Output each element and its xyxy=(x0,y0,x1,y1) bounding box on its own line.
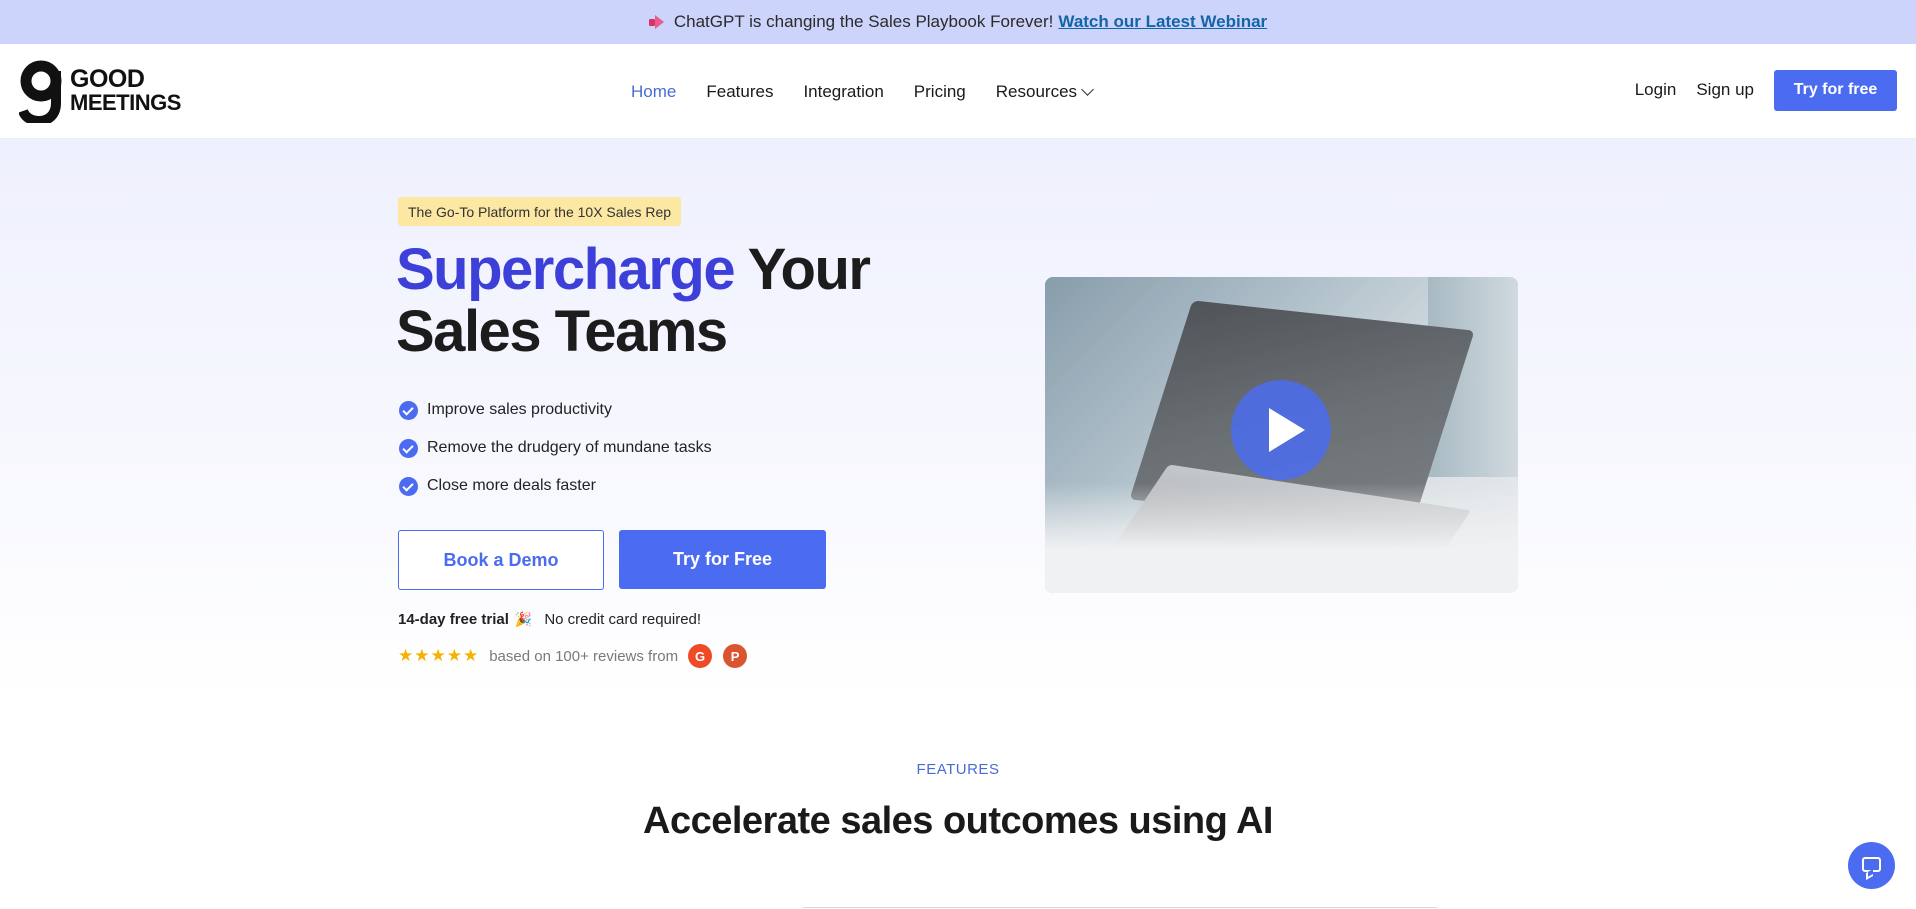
logo-text: GOOD MEETINGS xyxy=(70,67,181,115)
announcement-text: ChatGPT is changing the Sales Playbook F… xyxy=(673,12,1054,31)
announcement-bar: ChatGPT is changing the Sales Playbook F… xyxy=(0,0,1916,44)
trial-rest-text: No credit card required! xyxy=(544,611,702,628)
list-item: Remove the drudgery of mundane tasks xyxy=(399,429,712,467)
webinar-link[interactable]: Watch our Latest Webinar xyxy=(1058,12,1267,32)
reviews-text: based on 100+ reviews from xyxy=(489,647,679,665)
product-hunt-logo-icon[interactable]: P xyxy=(723,644,748,668)
benefit-text: Improve sales productivity xyxy=(427,401,612,418)
party-icon: 🎉 xyxy=(514,611,533,627)
hero-title-accent: Supercharge xyxy=(396,237,736,302)
hero-section: The Go-To Platform for the 10X Sales Rep… xyxy=(0,139,1916,699)
chat-widget-button[interactable] xyxy=(1848,842,1895,889)
hero-title: Supercharge Your Sales Teams xyxy=(396,239,916,363)
list-item: Improve sales productivity xyxy=(399,391,712,429)
reviews-row: ★★★★★ based on 100+ reviews from G P xyxy=(398,644,748,668)
chat-bubble-icon xyxy=(1862,857,1881,872)
nav-features[interactable]: Features xyxy=(706,82,773,102)
nav-home[interactable]: Home xyxy=(631,82,676,102)
logo-line-2: MEETINGS xyxy=(70,90,181,115)
book-demo-button[interactable]: Book a Demo xyxy=(398,530,604,590)
nav-resources-label: Resources xyxy=(995,81,1078,101)
section-divider xyxy=(803,907,1437,908)
star-rating-icon: ★★★★★ xyxy=(398,646,480,665)
hero-title-part-2: Sales Teams xyxy=(396,299,728,364)
logo-line-1: GOOD xyxy=(70,65,145,93)
good-meetings-logo-icon xyxy=(19,60,62,123)
hero-video[interactable] xyxy=(1045,277,1518,593)
tagline-badge: The Go-To Platform for the 10X Sales Rep xyxy=(398,197,682,226)
header-try-button[interactable]: Try for free xyxy=(1774,69,1897,111)
login-link[interactable]: Login xyxy=(1635,80,1677,100)
benefit-list: Improve sales productivity Remove the dr… xyxy=(399,391,712,505)
try-free-button[interactable]: Try for Free xyxy=(619,530,826,589)
logo[interactable]: GOOD MEETINGS xyxy=(19,58,189,124)
nav-integration[interactable]: Integration xyxy=(803,82,883,102)
check-circle-icon xyxy=(399,476,418,496)
nav-resources[interactable]: Resources xyxy=(995,81,1094,102)
trial-bold-text: 14-day free trial xyxy=(398,611,509,628)
chevron-down-icon xyxy=(1081,83,1094,96)
benefit-text: Close more deals faster xyxy=(427,477,596,494)
features-eyebrow: FEATURES xyxy=(916,761,1000,778)
check-circle-icon xyxy=(399,400,418,420)
site-header: GOOD MEETINGS Home Features Integration … xyxy=(0,44,1916,139)
main-nav: Home Features Integration Pricing Resour… xyxy=(631,44,1122,139)
list-item: Close more deals faster xyxy=(399,467,712,505)
hero-title-part-1: Your xyxy=(747,237,871,302)
megaphone-icon xyxy=(648,14,667,30)
nav-pricing[interactable]: Pricing xyxy=(914,82,966,102)
benefit-text: Remove the drudgery of mundane tasks xyxy=(427,439,712,456)
check-circle-icon xyxy=(399,438,418,458)
signup-link[interactable]: Sign up xyxy=(1696,80,1754,100)
features-title: Accelerate sales outcomes using AI xyxy=(643,800,1273,842)
g2-logo-icon[interactable]: G xyxy=(688,644,713,668)
auth-actions: Login Sign up Try for free xyxy=(1635,69,1897,111)
play-icon[interactable] xyxy=(1231,380,1331,480)
trial-note: 14-day free trial 🎉 No credit card requi… xyxy=(398,611,701,628)
